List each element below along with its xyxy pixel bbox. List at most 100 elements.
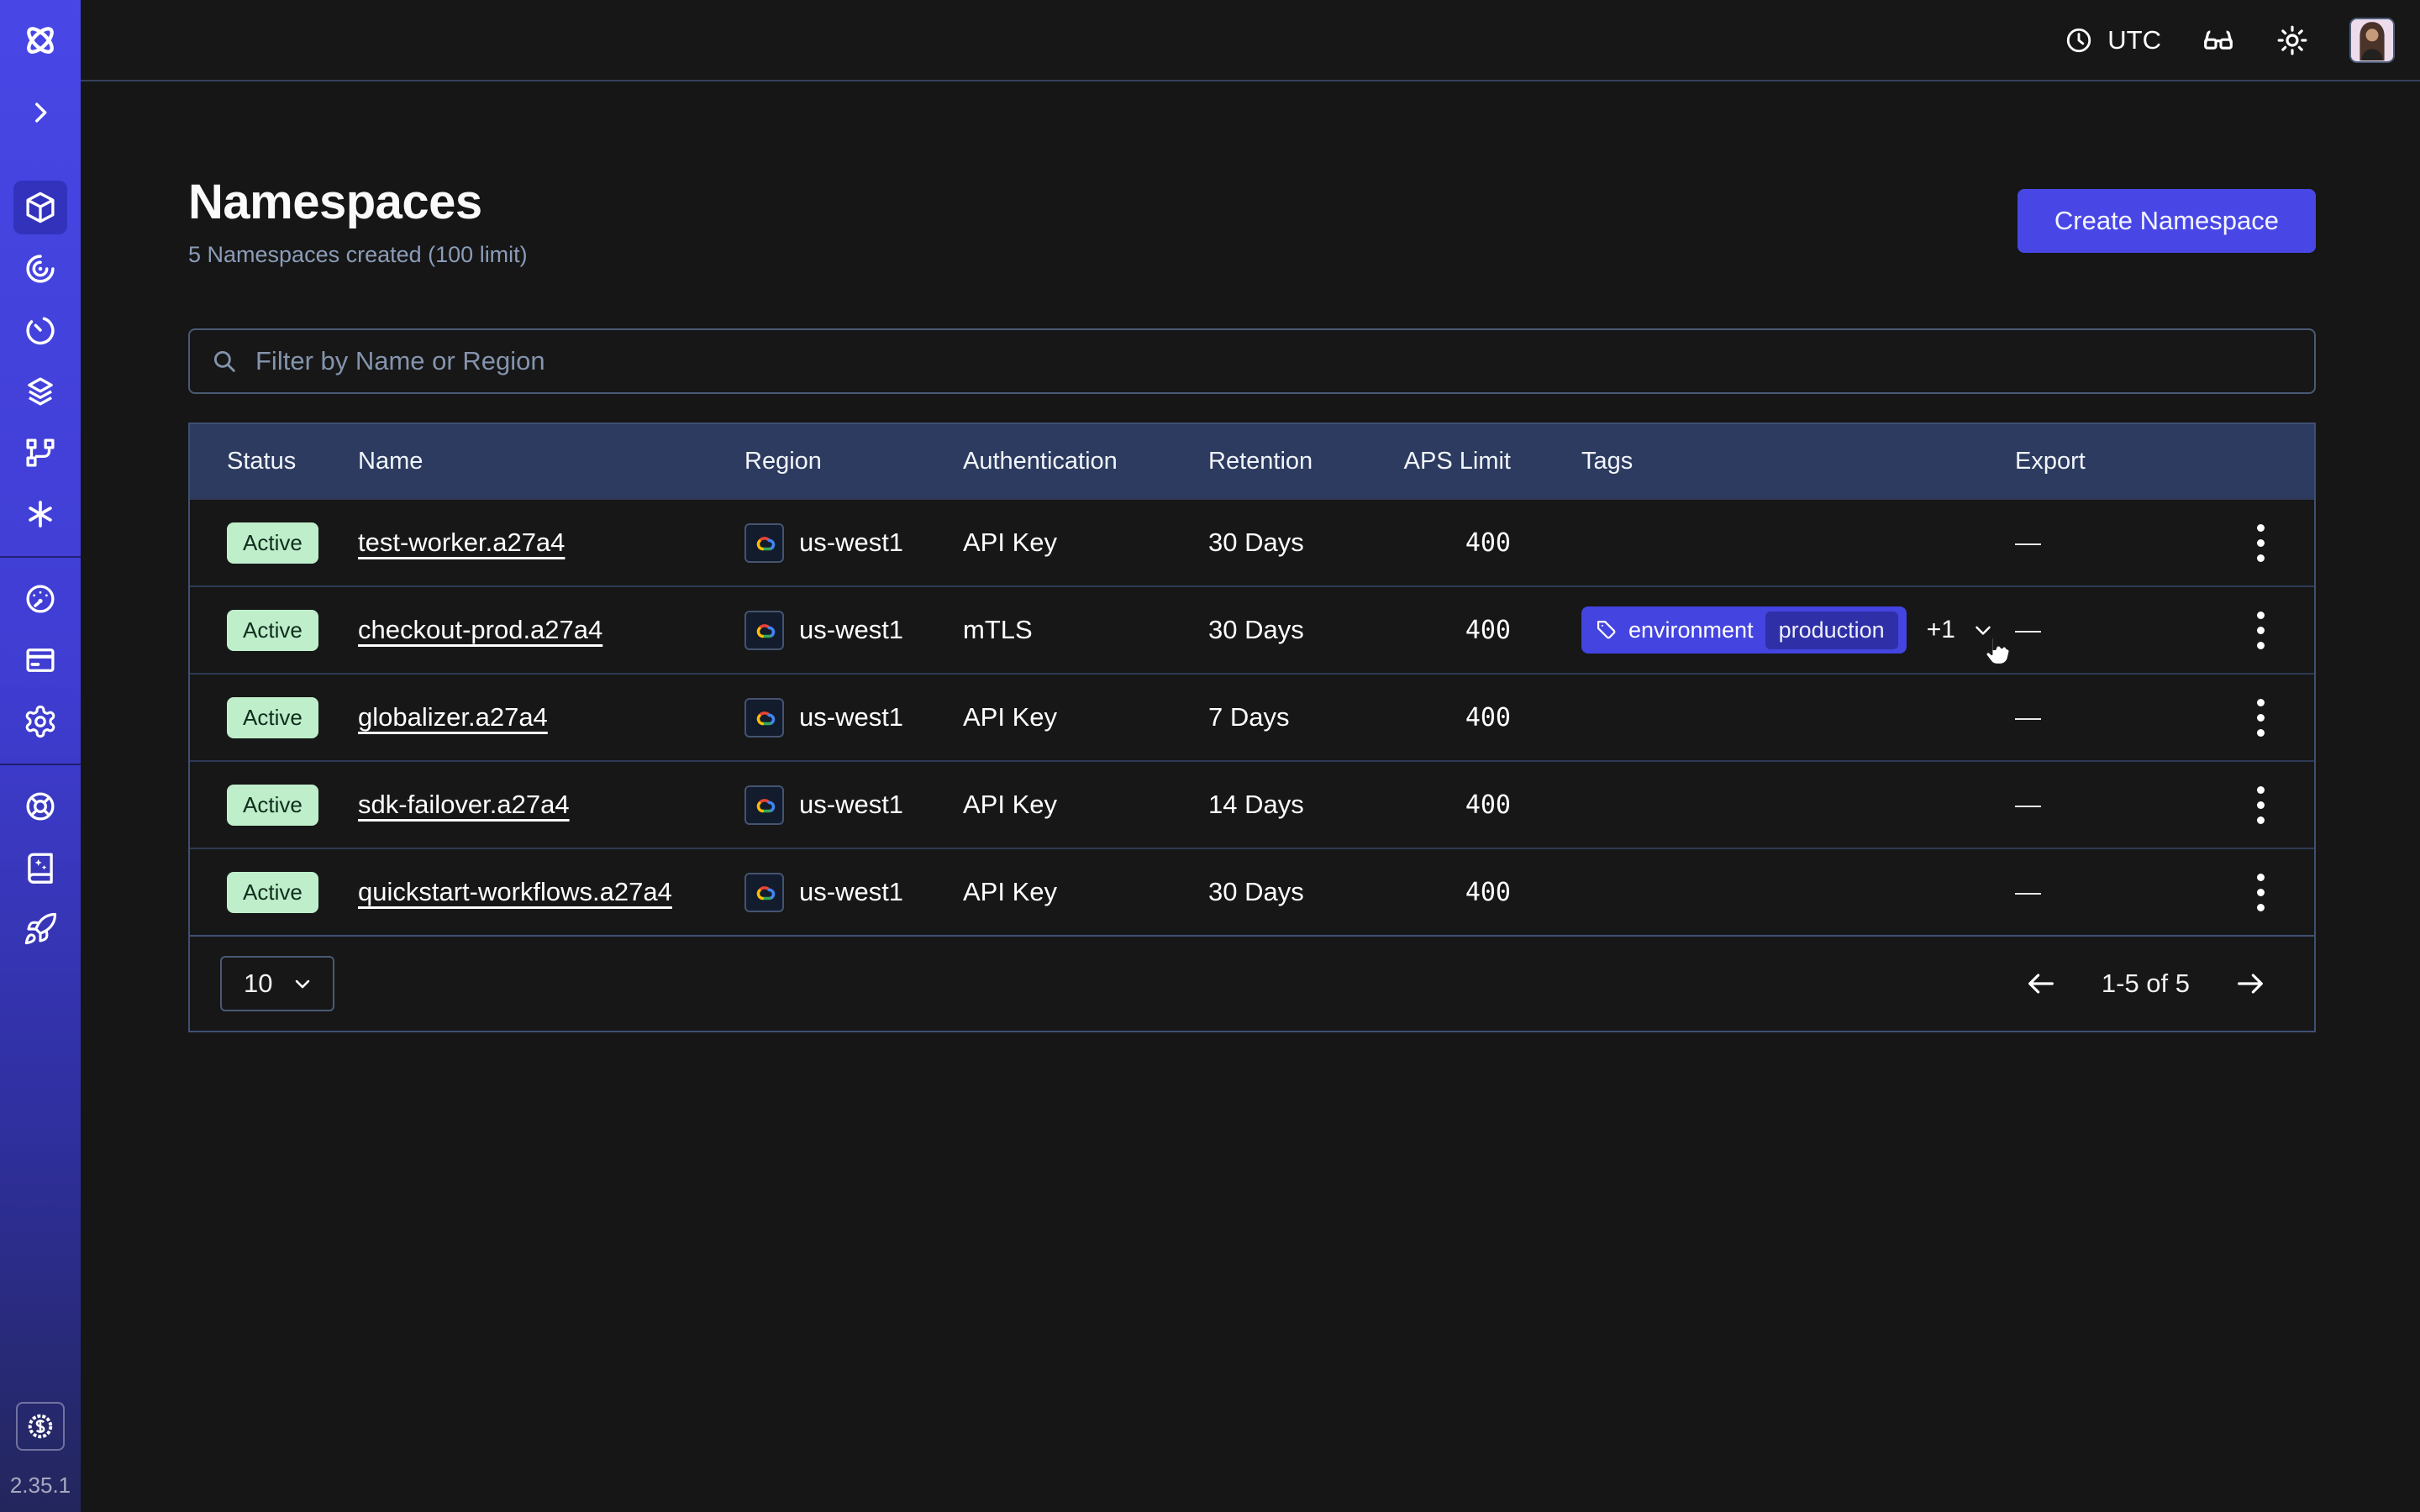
page-size-select[interactable]: 10 (220, 956, 334, 1011)
region-provider-chip (744, 873, 784, 912)
avatar-image (2351, 18, 2393, 61)
page-title: Namespaces (188, 174, 528, 230)
tag-expand-chevron[interactable] (1970, 617, 1996, 643)
row-menu-button[interactable] (2207, 612, 2314, 649)
auth-cell: API Key (963, 877, 1208, 907)
sidebar-item-batch-operations[interactable] (13, 365, 67, 418)
sidebar-item-accounts[interactable] (13, 633, 67, 687)
retention-cell: 7 Days (1208, 702, 1400, 732)
sidebar-expand-button[interactable] (24, 96, 57, 129)
sidebar-item-docs[interactable] (13, 841, 67, 895)
row-menu-button[interactable] (2207, 874, 2314, 911)
table-row[interactable]: Active checkout-prod.a27a4 us-west1 mTLS… (190, 585, 2314, 673)
row-menu-button[interactable] (2207, 524, 2314, 562)
sidebar-item-schedules[interactable] (13, 303, 67, 357)
google-cloud-icon (751, 705, 777, 731)
sidebar-item-deployments[interactable] (13, 426, 67, 480)
filter-bar (188, 328, 2316, 394)
row-menu-button[interactable] (2207, 786, 2314, 824)
retention-cell: 30 Days (1208, 528, 1400, 558)
column-header-retention: Retention (1208, 448, 1400, 475)
gear-icon (23, 704, 58, 739)
sidebar: 2.35.1 (0, 0, 81, 1512)
table-row[interactable]: Active quickstart-workflows.a27a4 us-wes… (190, 848, 2314, 935)
dollar-badge-icon (25, 1411, 55, 1441)
sidebar-item-nexus[interactable] (13, 487, 67, 541)
tag-icon (1595, 618, 1618, 642)
tag-key: environment (1628, 617, 1754, 643)
sidebar-item-workflows[interactable] (13, 242, 67, 296)
timezone-selector[interactable]: UTC (2064, 25, 2161, 55)
chevron-right-icon (26, 98, 55, 127)
region-label: us-west1 (799, 877, 903, 907)
filter-input[interactable] (255, 346, 2294, 376)
namespaces-table: Status Name Region Authentication Retent… (188, 423, 2316, 1032)
labs-toggle-button[interactable] (2202, 24, 2235, 57)
retention-cell: 30 Days (1208, 615, 1400, 645)
sidebar-item-support[interactable] (13, 780, 67, 833)
app-version: 2.35.1 (10, 1473, 71, 1499)
cube-icon (23, 190, 58, 225)
table-header-row: Status Name Region Authentication Retent… (190, 424, 2314, 498)
page-title-block: Namespaces 5 Namespaces created (100 lim… (188, 174, 528, 268)
namespace-link[interactable]: test-worker.a27a4 (358, 528, 565, 557)
sidebar-item-usage[interactable] (13, 572, 67, 626)
glasses-icon (2202, 24, 2235, 57)
tag-value: production (1765, 612, 1898, 649)
column-header-aps-limit: APS Limit (1400, 448, 1511, 475)
retention-cell: 14 Days (1208, 790, 1400, 820)
region-provider-chip (744, 785, 784, 825)
region-label: us-west1 (799, 615, 903, 645)
column-header-tags: Tags (1511, 448, 2015, 475)
row-menu-button[interactable] (2207, 699, 2314, 737)
status-badge: Active (227, 522, 318, 564)
status-badge: Active (227, 610, 318, 651)
google-cloud-icon (751, 617, 777, 643)
book-icon (23, 850, 58, 885)
namespace-link[interactable]: quickstart-workflows.a27a4 (358, 877, 672, 906)
aps-cell: 400 (1400, 878, 1511, 907)
google-cloud-icon (751, 879, 777, 906)
sidebar-item-settings[interactable] (13, 695, 67, 748)
sidebar-item-getting-started[interactable] (13, 902, 67, 956)
tag-pill[interactable]: environment production (1581, 606, 1907, 654)
aps-cell: 400 (1400, 790, 1511, 820)
namespace-link[interactable]: globalizer.a27a4 (358, 702, 548, 732)
arrow-left-icon (2024, 967, 2058, 1000)
status-badge: Active (227, 872, 318, 913)
auth-cell: API Key (963, 528, 1208, 558)
theme-toggle-button[interactable] (2275, 24, 2309, 57)
pagination-bar: 10 1-5 of 5 (190, 935, 2314, 1031)
topbar: UTC (81, 0, 2420, 81)
sidebar-item-namespaces[interactable] (13, 181, 67, 234)
google-cloud-icon (751, 530, 777, 556)
rocket-icon (23, 911, 58, 947)
region-provider-chip (744, 523, 784, 563)
next-page-button[interactable] (2233, 967, 2267, 1000)
layers-icon (23, 374, 58, 409)
sun-icon (2275, 24, 2309, 57)
search-icon (210, 347, 239, 375)
auth-cell: mTLS (963, 615, 1208, 645)
aps-cell: 400 (1400, 616, 1511, 645)
namespace-link[interactable]: checkout-prod.a27a4 (358, 615, 602, 644)
main-content: Namespaces 5 Namespaces created (100 lim… (81, 81, 2420, 1512)
table-row[interactable]: Active test-worker.a27a4 us-west1 API Ke… (190, 498, 2314, 585)
table-row[interactable]: Active globalizer.a27a4 us-west1 API Key… (190, 673, 2314, 760)
previous-page-button[interactable] (2024, 967, 2058, 1000)
spiral-icon (23, 251, 58, 286)
temporal-logo[interactable] (18, 18, 62, 62)
table-row[interactable]: Active sdk-failover.a27a4 us-west1 API K… (190, 760, 2314, 848)
table-body: Active test-worker.a27a4 us-west1 API Ke… (190, 498, 2314, 935)
billing-button[interactable] (16, 1402, 65, 1451)
auth-cell: API Key (963, 702, 1208, 732)
create-namespace-button[interactable]: Create Namespace (2018, 189, 2316, 253)
namespace-link[interactable]: sdk-failover.a27a4 (358, 790, 570, 819)
export-cell: — (2015, 790, 2207, 820)
browser-icon (23, 643, 58, 678)
column-header-authentication: Authentication (963, 448, 1208, 475)
lifebuoy-icon (23, 789, 58, 824)
clock-icon (2064, 25, 2094, 55)
user-avatar[interactable] (2349, 18, 2395, 63)
auth-cell: API Key (963, 790, 1208, 820)
